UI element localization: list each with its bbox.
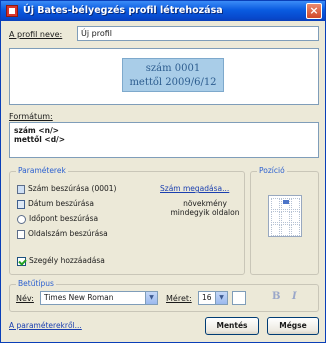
italic-button[interactable]: I — [292, 291, 297, 302]
parameters-group: Paraméterek Szám beszúrása (0001) Dátum … — [9, 166, 245, 275]
font-size-label: Méret: — [166, 294, 192, 303]
font-size-dropdown-icon: ▼ — [215, 292, 227, 304]
font-name-label: Név: — [16, 294, 34, 303]
format-line-1: szám <n/> — [14, 126, 59, 135]
stamp-line-1: szám 0001 — [145, 63, 201, 74]
number-spec-link[interactable]: Szám megadása... — [160, 184, 229, 193]
font-group-title: Betűtípus — [16, 279, 56, 288]
calendar-icon — [17, 199, 25, 209]
dialog-window: Új Bates-bélyegzés profil létrehozása × … — [0, 0, 326, 343]
number-icon — [17, 184, 25, 194]
font-group: Betűtípus Név: Times New Roman ▼ Méret: … — [9, 279, 319, 312]
format-line-2: mettől <d/> — [14, 135, 66, 144]
profile-name-label: A profil neve: — [9, 30, 63, 39]
clock-icon — [17, 214, 26, 224]
insert-time-button[interactable]: Időpont beszúrása — [17, 214, 98, 224]
parameters-group-title: Paraméterek — [16, 166, 68, 175]
format-textarea[interactable]: szám <n/> mettől <d/> — [9, 122, 319, 158]
position-group: Pozíció — [250, 166, 319, 275]
save-button[interactable]: Mentés — [205, 317, 259, 335]
about-parameters-link[interactable]: A paraméterekről... — [9, 321, 82, 330]
position-page-icon[interactable] — [268, 195, 302, 237]
app-icon — [6, 5, 18, 17]
border-checkbox[interactable]: Szegély hozzáadása — [17, 256, 105, 266]
font-color-button[interactable] — [232, 291, 246, 305]
position-group-title: Pozíció — [257, 166, 287, 175]
cancel-button[interactable]: Mégse — [267, 317, 319, 335]
close-button[interactable]: × — [306, 3, 322, 19]
format-label: Formátum: — [9, 112, 53, 121]
insert-date-button[interactable]: Dátum beszúrása — [17, 199, 94, 209]
stamp-line-2: mettől 2009/6/12 — [129, 77, 217, 88]
bold-button[interactable]: B — [272, 291, 280, 302]
font-size-select[interactable]: 16 ▼ — [198, 291, 228, 305]
stamp-preview: szám 0001 mettől 2009/6/12 — [9, 48, 319, 105]
profile-name-input[interactable]: Új profil — [77, 26, 319, 41]
border-checkbox-box[interactable] — [17, 256, 26, 266]
insert-number-button[interactable]: Szám beszúrása (0001) — [17, 184, 116, 194]
page-icon — [17, 229, 25, 239]
stamp-preview-box: szám 0001 mettől 2009/6/12 — [122, 58, 224, 92]
title-bar[interactable]: Új Bates-bélyegzés profil létrehozása × — [1, 1, 325, 21]
font-name-select[interactable]: Times New Roman ▼ — [40, 291, 158, 305]
insert-page-number-button[interactable]: Oldalszám beszúrása — [17, 229, 108, 239]
window-title: Új Bates-bélyegzés profil létrehozása — [23, 5, 223, 16]
increment-note: növekmény mindegyik oldalon — [170, 199, 240, 217]
font-name-dropdown-icon: ▼ — [145, 292, 157, 304]
